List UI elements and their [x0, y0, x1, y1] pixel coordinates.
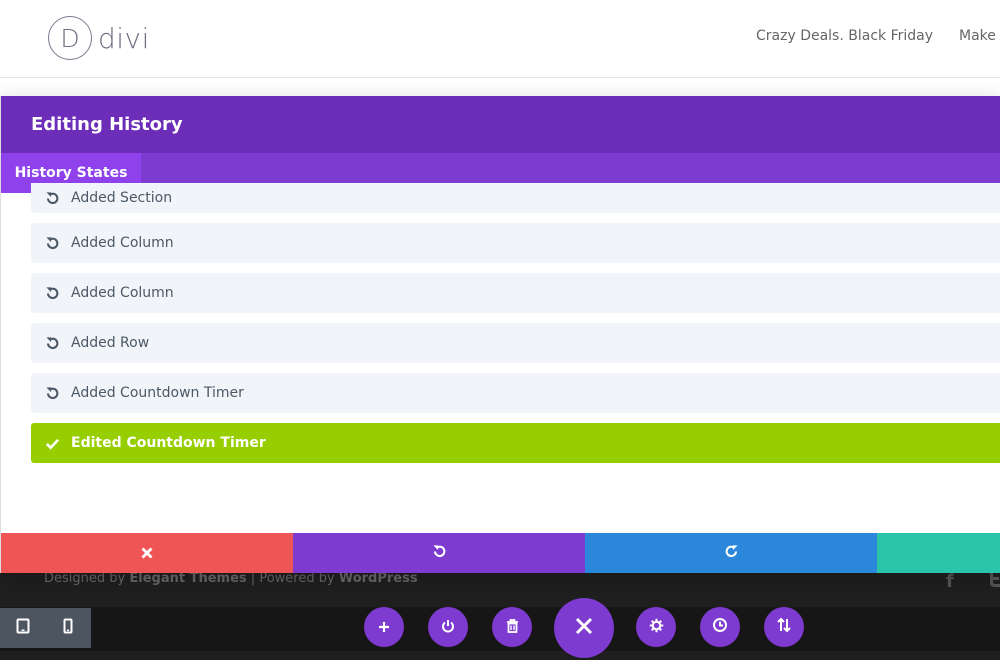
clock-icon [712, 617, 728, 637]
sort-icon [776, 617, 792, 637]
undo-icon [44, 235, 60, 251]
designed-by-text: Designed by [44, 571, 126, 586]
logo-text: divi [98, 21, 150, 55]
power-button[interactable] [428, 607, 468, 647]
redo-icon [724, 544, 739, 563]
history-item-label: Added Column [71, 235, 174, 251]
close-icon [575, 617, 593, 639]
history-item[interactable]: Added Section [31, 183, 1000, 213]
settings-button[interactable] [636, 607, 676, 647]
history-item-label: Added Countdown Timer [71, 385, 244, 401]
history-item[interactable]: Added Row [31, 323, 1000, 363]
twitter-icon[interactable] [988, 571, 1000, 594]
phone-icon [63, 618, 73, 638]
history-item[interactable]: Added Column [31, 273, 1000, 313]
history-list: Added Section Added Column Added Column … [31, 183, 1000, 473]
close-icon [141, 544, 153, 563]
undo-icon [44, 335, 60, 351]
history-item-label: Added Column [71, 285, 174, 301]
footer-credit: Designed by Elegant Themes | Powered by … [44, 571, 418, 586]
powered-by-text: Powered by [259, 571, 335, 586]
close-builder-button[interactable] [554, 598, 614, 658]
history-item[interactable]: Added Countdown Timer [31, 373, 1000, 413]
add-button[interactable] [364, 607, 404, 647]
view-mode-switcher [0, 608, 91, 648]
tablet-icon [16, 618, 30, 638]
elegant-themes-link[interactable]: Elegant Themes [129, 571, 246, 586]
undo-icon [432, 544, 447, 563]
gear-icon [649, 618, 664, 637]
history-item-label: Added Row [71, 335, 150, 351]
power-icon [441, 618, 455, 637]
footer-separator: | [250, 571, 256, 586]
nav-link-make[interactable]: Make M [959, 28, 1000, 44]
check-icon [44, 435, 60, 451]
trash-button[interactable] [492, 607, 532, 647]
modal-title: Editing History [31, 114, 183, 135]
logo-mark: D [48, 16, 92, 60]
undo-icon [44, 285, 60, 301]
phone-view-button[interactable] [45, 608, 90, 648]
discard-button[interactable] [1, 533, 293, 573]
plus-icon [378, 618, 390, 637]
modal-footer [1, 533, 1000, 573]
facebook-icon[interactable]: f [946, 571, 954, 592]
undo-icon [44, 385, 60, 401]
trash-icon [506, 618, 519, 637]
top-nav: Crazy Deals. Black Friday Make M [756, 28, 1000, 44]
nav-link-crazy-deals[interactable]: Crazy Deals. Black Friday [756, 28, 933, 44]
site-header: D divi Crazy Deals. Black Friday Make M [0, 0, 1000, 78]
tablet-view-button[interactable] [0, 608, 45, 648]
portability-button[interactable] [764, 607, 804, 647]
modal-header: Editing History [1, 96, 1000, 153]
undo-icon [44, 190, 60, 206]
undo-button[interactable] [293, 533, 585, 573]
save-button[interactable] [877, 533, 1000, 573]
redo-button[interactable] [585, 533, 877, 573]
site-logo[interactable]: D divi [48, 16, 150, 60]
history-item-label: Edited Countdown Timer [71, 435, 266, 451]
wordpress-link[interactable]: WordPress [339, 571, 418, 586]
history-item-label: Added Section [71, 190, 173, 206]
editing-history-modal: Editing History History States Added Sec… [0, 96, 1000, 573]
history-item[interactable]: Added Column [31, 223, 1000, 263]
history-item-active[interactable]: Edited Countdown Timer [31, 423, 1000, 463]
history-button[interactable] [700, 607, 740, 647]
